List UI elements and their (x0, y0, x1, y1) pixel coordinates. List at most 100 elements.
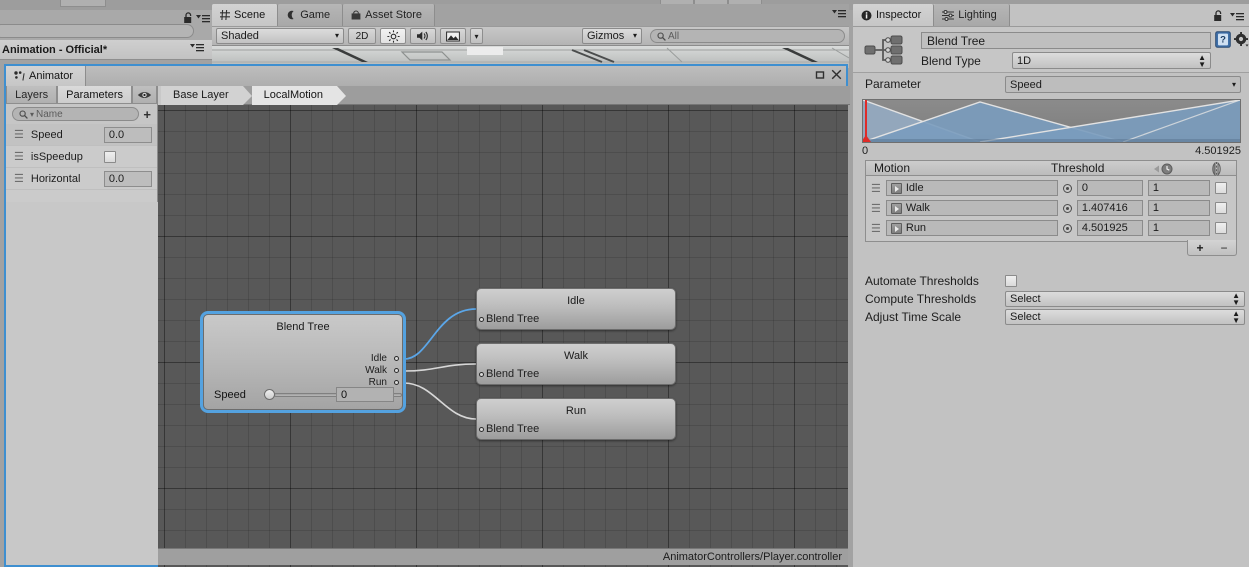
scene-audio-toggle[interactable] (410, 28, 436, 44)
tab-inspector[interactable]: Inspector (853, 4, 935, 26)
port-dot-in[interactable] (479, 317, 484, 322)
playhead-handle[interactable] (863, 135, 871, 142)
tab-asset-store[interactable]: Asset Store (343, 4, 436, 26)
scene-effects-toggle[interactable] (440, 28, 466, 44)
lock-icon[interactable] (1213, 10, 1224, 22)
threshold-input[interactable]: 0 (1076, 180, 1143, 196)
graph-node-walk[interactable]: Walk Blend Tree (476, 343, 676, 385)
parameter-value-checkbox[interactable] (103, 150, 116, 163)
inspector-menu-icon[interactable] (1230, 12, 1244, 21)
mirror-checkbox[interactable] (1214, 182, 1227, 194)
updown-arrows-icon: ▲ ▼ (1198, 52, 1206, 69)
object-picker-icon[interactable] (1062, 223, 1072, 233)
animation-window-tab[interactable]: Animation - Official* (0, 40, 212, 60)
drag-handle-icon[interactable]: ☰ (871, 202, 881, 215)
threshold-input[interactable]: 1.407416 (1076, 200, 1143, 216)
toolbar-button-group-left[interactable] (60, 0, 106, 7)
parameter-row-horizontal[interactable]: ☰ Horizontal 0.0 (6, 168, 157, 190)
lock-icon[interactable] (183, 12, 194, 24)
time-scale-input[interactable]: 1 (1147, 220, 1210, 236)
slider-knob[interactable] (264, 389, 275, 400)
drag-handle-icon[interactable]: ☰ (871, 182, 881, 195)
parameter-row-isspeedup[interactable]: ☰ isSpeedup (6, 146, 157, 168)
mirror-checkbox[interactable] (1214, 222, 1227, 234)
automate-thresholds-checkbox[interactable] (1005, 275, 1017, 287)
port-dot-idle[interactable] (394, 356, 399, 361)
help-icon[interactable]: ? (1215, 31, 1231, 48)
port-dot-in[interactable] (479, 372, 484, 377)
parameter-value-input[interactable]: 0.0 (103, 170, 152, 187)
speaker-icon (416, 30, 430, 42)
tab-parameters[interactable]: Parameters (57, 86, 132, 104)
blend-tree-preview-graph[interactable] (862, 99, 1241, 143)
breadcrumb-item-base-layer[interactable]: Base Layer (161, 85, 252, 105)
tab-scene[interactable]: Scene (212, 4, 279, 26)
port-dot-run[interactable] (394, 380, 399, 385)
moon-icon (286, 10, 296, 20)
port-dot-walk[interactable] (394, 368, 399, 373)
table-row[interactable]: ☰ Walk 1.407416 1 (866, 198, 1236, 218)
clock-icon[interactable] (1154, 163, 1178, 175)
blend-type-dropdown[interactable]: 1D ▲ ▼ (1012, 52, 1211, 69)
animation-window-title: Animation - Official* (2, 43, 108, 56)
animator-graph-canvas[interactable]: Blend Tree Idle Walk Run Speed 0 Idle Bl… (158, 105, 848, 567)
scene-search-input[interactable]: All (650, 29, 845, 43)
drag-handle-icon[interactable]: ☰ (14, 172, 24, 185)
graph-node-run[interactable]: Run Blend Tree (476, 398, 676, 440)
motion-field[interactable]: Walk (885, 200, 1058, 216)
hierarchy-menu-icon[interactable] (196, 14, 210, 23)
tab-lighting[interactable]: Lighting (934, 4, 1010, 26)
draw-mode-dropdown[interactable]: Shaded ▾ (216, 28, 344, 44)
breadcrumb-item-localmotion[interactable]: LocalMotion (251, 85, 347, 105)
drag-handle-icon[interactable]: ☰ (14, 128, 24, 141)
graph-node-idle[interactable]: Idle Blend Tree (476, 288, 676, 330)
port-dot-in[interactable] (479, 427, 484, 432)
motion-field[interactable]: Run (885, 220, 1058, 236)
object-picker-icon[interactable] (1062, 203, 1072, 213)
mirror-checkbox[interactable] (1214, 202, 1227, 214)
axis-min-label: 0 (862, 145, 869, 157)
compute-thresholds-dropdown[interactable]: Select ▲ ▼ (1005, 291, 1245, 307)
graph-node-speed-value[interactable]: 0 (336, 387, 394, 402)
asset-name-input[interactable]: Blend Tree (921, 32, 1211, 49)
add-parameter-button[interactable]: + (143, 107, 151, 122)
table-row[interactable]: ☰ Run 4.501925 1 (866, 218, 1236, 238)
grid-icon (220, 10, 230, 20)
tab-game[interactable]: Game (278, 4, 344, 26)
adjust-time-scale-dropdown[interactable]: Select ▲ ▼ (1005, 309, 1245, 325)
object-picker-icon[interactable] (1062, 183, 1072, 193)
setting-label: Compute Thresholds (865, 292, 977, 306)
gear-icon[interactable] (1234, 32, 1249, 47)
drag-handle-icon[interactable]: ☰ (14, 150, 24, 163)
parameter-search-input[interactable]: ▾ Name (12, 107, 140, 121)
scene-lighting-toggle[interactable] (380, 28, 406, 44)
tab-animator[interactable]: Animator (6, 66, 87, 86)
mirror-icon[interactable] (1209, 162, 1224, 176)
parameter-value-input[interactable]: 0.0 (103, 126, 152, 143)
motion-field[interactable]: Idle (885, 180, 1058, 196)
remove-motion-button[interactable]: − (1220, 241, 1227, 255)
hierarchy-search-input[interactable] (0, 24, 194, 38)
table-row[interactable]: ☰ Idle 0 1 (866, 178, 1236, 198)
eye-icon[interactable] (132, 86, 157, 104)
time-scale-input[interactable]: 1 (1147, 180, 1210, 196)
maximize-icon[interactable] (815, 70, 825, 80)
scene-panel-menu-icon[interactable] (832, 9, 846, 18)
gizmos-dropdown[interactable]: Gizmos ▾ (582, 28, 642, 44)
tab-layers[interactable]: Layers (6, 86, 58, 104)
parameter-name: isSpeedup (30, 150, 83, 163)
parameter-row-speed[interactable]: ☰ Speed 0.0 (6, 124, 157, 146)
close-icon[interactable] (831, 69, 842, 80)
add-motion-button[interactable]: + (1196, 241, 1203, 255)
animator-parameters-panel: Layers Parameters ▾ Name + ☰ Speed 0.0 ☰… (6, 86, 158, 202)
scene-effects-dropdown[interactable]: ▾ (470, 28, 483, 44)
setting-row-automate-thresholds: Automate Thresholds (865, 272, 1245, 290)
threshold-input[interactable]: 4.501925 (1076, 220, 1143, 236)
graph-node-blend-tree[interactable]: Blend Tree Idle Walk Run Speed 0 (200, 311, 406, 413)
animator-parameters-tabs: Layers Parameters (6, 86, 157, 104)
parameter-dropdown[interactable]: Speed ▾ (1005, 76, 1241, 93)
animation-window-menu-icon[interactable] (190, 43, 204, 52)
time-scale-input[interactable]: 1 (1147, 200, 1210, 216)
two-d-toggle[interactable]: 2D (348, 28, 376, 44)
drag-handle-icon[interactable]: ☰ (871, 222, 881, 235)
